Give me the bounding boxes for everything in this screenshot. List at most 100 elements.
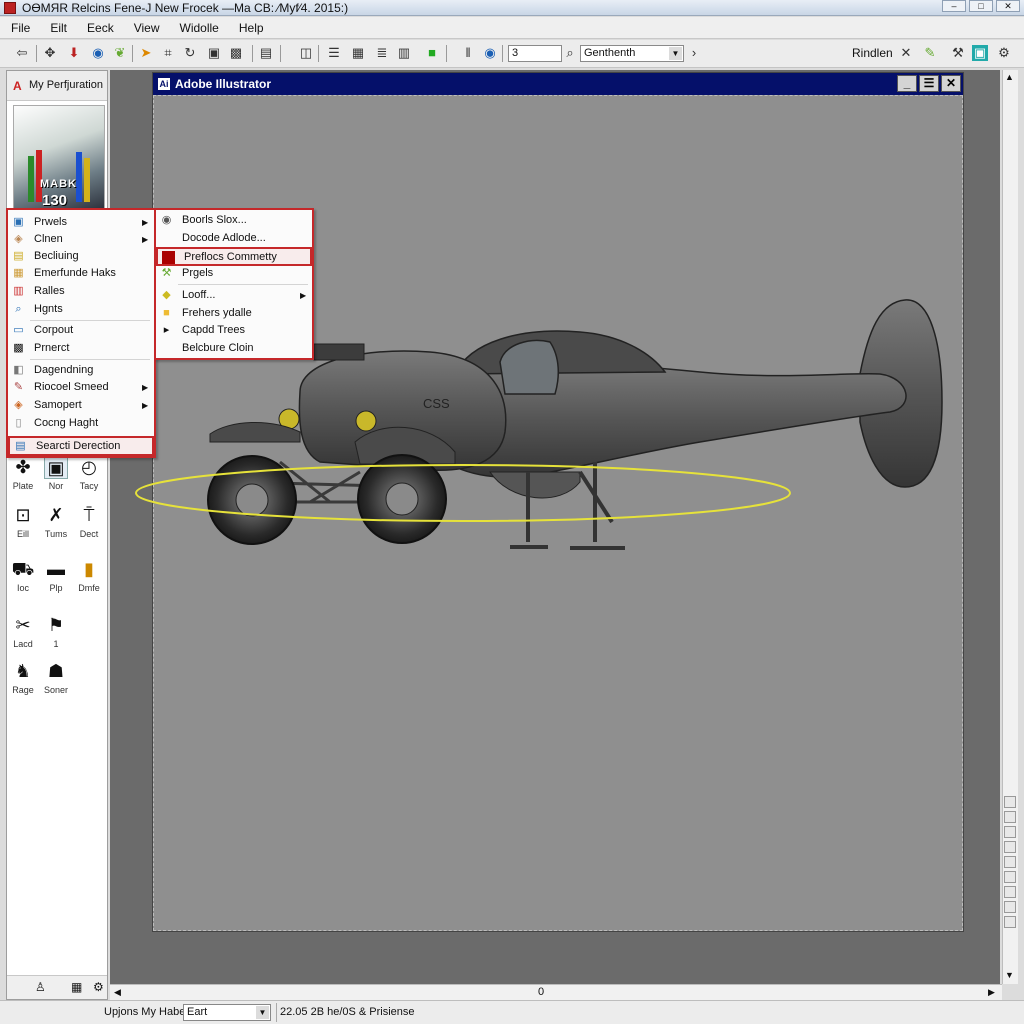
zoom-tool-icon[interactable] [1004, 901, 1016, 913]
context-menu: ▣ Prwels ▶ ◈ Clnen ▶ ▤ Becliuing ▦ Emerf… [6, 208, 156, 458]
submenu-arrow-icon: ▶ [142, 235, 149, 244]
menu-item-label: Boorls Slox... [182, 214, 247, 226]
submenu-item-prgels[interactable]: ⚒ Prgels [156, 265, 312, 282]
brush-icon: ✎ [13, 381, 24, 393]
menu-item-dagendning[interactable]: ◧ Dagendning [8, 362, 154, 379]
vertical-scrollbar[interactable]: ▲ ▼ [1002, 70, 1018, 984]
zoom-tools [1004, 796, 1016, 931]
zoom-tool-icon[interactable] [1004, 886, 1016, 898]
menu-item-label: Capdd Trees [182, 324, 245, 336]
scroll-left-icon[interactable]: ◀ [114, 987, 121, 998]
vehicle-artwork[interactable]: CSS [0, 2, 1024, 1024]
engine-part [313, 343, 365, 361]
document-window: Ai Adobe Illustrator _ ☰ ✕ CSS [135, 72, 964, 932]
scroll-down-icon[interactable]: ▼ [1005, 970, 1014, 980]
status-dropdown[interactable]: Eart ▼ [183, 1004, 271, 1021]
red-square-icon: ■ [162, 251, 175, 264]
diamond-icon: ◆ [162, 289, 171, 301]
scroll-position-label: 0 [538, 986, 545, 998]
zoom-tool-icon[interactable] [1004, 796, 1016, 808]
menu-item-label: Cocng Haght [34, 417, 99, 429]
zoom-tool-icon[interactable] [1004, 826, 1016, 838]
chart-icon: ▤ [13, 250, 24, 262]
chevron-down-icon[interactable]: ▼ [256, 1006, 269, 1019]
menu-item-corpout[interactable]: ▭ Corpout [8, 322, 154, 339]
context-submenu: ◉ Boorls Slox... Docode Adlode... ■ Pref… [154, 208, 314, 360]
belly-pod [489, 471, 581, 499]
menu-item-becliuing[interactable]: ▤ Becliuing [8, 248, 154, 265]
globe-icon: ◉ [161, 214, 172, 226]
magnifier-icon: ⌕ [15, 303, 22, 315]
bar-chart-icon: ▥ [13, 285, 24, 297]
play-icon: ▸ [163, 324, 170, 336]
tools-icon: ⚒ [161, 267, 172, 279]
menu-item-label: Prwels [34, 216, 68, 228]
submenu-item-capdd-trees[interactable]: ▸ Capdd Trees [156, 322, 312, 339]
menu-item-label: Searcti Derection [36, 440, 121, 452]
submenu-item-docode-adlode[interactable]: Docode Adlode... [156, 230, 312, 247]
menu-item-label: Belcbure Cloin [182, 342, 254, 354]
submenu-arrow-icon: ▶ [142, 401, 149, 410]
zoom-tool-icon[interactable] [1004, 841, 1016, 853]
menu-item-label: Preflocs Commetty [184, 251, 277, 263]
menu-item-prwels[interactable]: ▣ Prwels ▶ [8, 214, 154, 231]
menu-item-riocoel-smeed[interactable]: ✎ Riocoel Smeed ▶ [8, 379, 154, 396]
canopy [453, 330, 667, 375]
rear-hub [385, 482, 419, 516]
page-icon: ▯ [15, 417, 22, 429]
menu-item-label: Emerfunde Haks [34, 267, 116, 279]
palette-icon: ◈ [14, 233, 23, 245]
menu-item-cocng-haght[interactable]: ▯ Cocng Haght [8, 415, 154, 432]
gradient-icon: ▦ [13, 267, 24, 279]
zoom-tool-icon[interactable] [1004, 916, 1016, 928]
submenu-arrow-icon: ▶ [142, 218, 149, 227]
menu-item-search-direction[interactable]: ▤ Searcti Derection [8, 436, 154, 456]
menu-item-samopert[interactable]: ◈ Samopert ▶ [8, 397, 154, 414]
submenu-arrow-icon: ▶ [300, 291, 307, 300]
zoom-tool-icon[interactable] [1004, 871, 1016, 883]
layers-icon: ◧ [13, 364, 24, 376]
menu-item-label: Riocoel Smeed [34, 381, 109, 393]
menu-item-label: Corpout [34, 324, 74, 336]
submenu-item-boorls-slox[interactable]: ◉ Boorls Slox... [156, 212, 312, 229]
menu-separator [30, 359, 150, 360]
horizontal-scrollbar[interactable]: ◀ 0 ▶ [110, 984, 1002, 1000]
menu-item-label: Prnerct [34, 342, 70, 354]
image-icon: ▣ [13, 216, 24, 228]
menu-item-label: Becliuing [34, 250, 79, 262]
monitor-icon: ▭ [13, 324, 24, 336]
menu-item-label: Ralles [34, 285, 65, 297]
submenu-item-belcbure-cloin[interactable]: Belcbure Cloin [156, 340, 312, 357]
menu-item-prnerct[interactable]: ▩ Prnerct [8, 340, 154, 357]
scroll-up-icon[interactable]: ▲ [1005, 72, 1014, 82]
menu-item-label: Looff... [182, 289, 216, 301]
submenu-item-looff[interactable]: ◆ Looff... ▶ [156, 287, 312, 304]
scroll-right-icon[interactable]: ▶ [988, 987, 995, 998]
menu-item-ralles[interactable]: ▥ Ralles [8, 283, 154, 300]
menu-item-label: Hgnts [34, 303, 63, 315]
menu-separator [30, 320, 150, 321]
menu-item-label: Frehers ydalle [182, 307, 252, 319]
submenu-item-frehers-ydalle[interactable]: ■ Frehers ydalle [156, 305, 312, 322]
zoom-tool-icon[interactable] [1004, 811, 1016, 823]
cockpit-window [499, 339, 560, 395]
status-label: Upjons My Habe [104, 1006, 186, 1018]
film-icon: ▩ [13, 342, 24, 354]
status-dropdown-value: Eart [187, 1006, 208, 1018]
menu-item-emerfunde-haks[interactable]: ▦ Emerfunde Haks [8, 265, 154, 282]
menu-item-hgnts[interactable]: ⌕ Hgnts [8, 301, 154, 318]
body-lettering: CSS [423, 396, 450, 411]
zoom-tool-icon[interactable] [1004, 856, 1016, 868]
search-doc-icon: ▤ [15, 440, 26, 452]
submenu-item-preflocs-commetty[interactable]: ■ Preflocs Commetty [156, 247, 312, 266]
submenu-arrow-icon: ▶ [142, 383, 149, 392]
menu-item-label: Samopert [34, 399, 82, 411]
yellow-square-icon: ■ [163, 307, 170, 319]
menu-item-label: Dagendning [34, 364, 94, 376]
menu-item-label: Clnen [34, 233, 63, 245]
menu-separator [178, 284, 308, 285]
menu-item-clnen[interactable]: ◈ Clnen ▶ [8, 231, 154, 248]
headlight [355, 410, 377, 432]
front-hub [235, 483, 269, 517]
menu-item-label: Docode Adlode... [182, 232, 266, 244]
